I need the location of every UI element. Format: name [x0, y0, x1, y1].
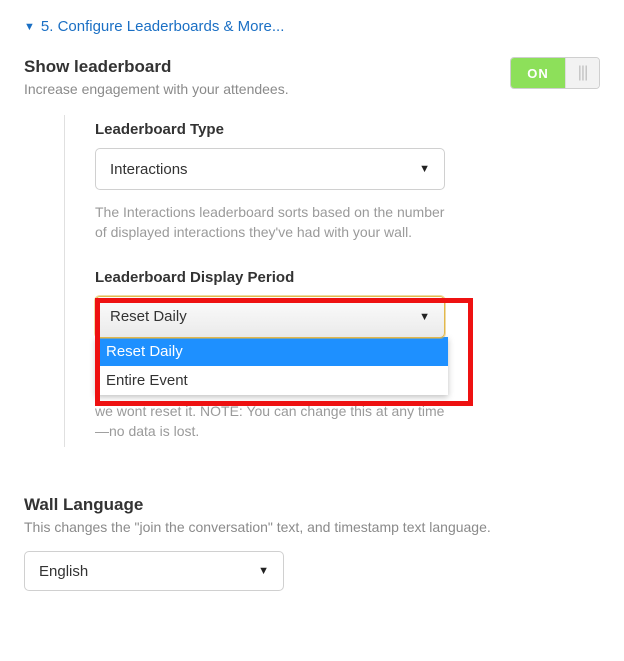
leaderboard-type-block: Leaderboard Type Interactions ▼ The Inte… [95, 121, 600, 243]
leaderboard-type-select[interactable]: Interactions ▼ [95, 148, 445, 190]
wall-language-selected: English [39, 563, 88, 580]
display-period-dropdown-wrap: Reset Daily ▼ Reset Daily Entire Event [95, 296, 600, 395]
leaderboard-settings-indent: Leaderboard Type Interactions ▼ The Inte… [64, 115, 600, 447]
leaderboard-type-selected: Interactions [110, 161, 188, 178]
section-title: 5. Configure Leaderboards & More... [41, 18, 284, 35]
display-period-block: Leaderboard Display Period Reset Daily ▼… [95, 269, 600, 442]
display-period-dropdown-list: Reset Daily Entire Event [96, 337, 448, 395]
wall-language-select[interactable]: English ▼ [24, 551, 284, 591]
settings-page: ▼ 5. Configure Leaderboards & More... Sh… [0, 0, 624, 661]
caret-down-icon: ▼ [258, 565, 269, 577]
leaderboard-toggle[interactable]: ON ||| [510, 57, 600, 89]
wall-language-title: Wall Language [24, 495, 600, 515]
display-period-selected: Reset Daily [110, 308, 187, 325]
toggle-on-label: ON [511, 58, 565, 88]
show-leaderboard-row: Show leaderboard Increase engagement wit… [24, 57, 600, 97]
caret-down-icon: ▼ [419, 311, 430, 323]
leaderboard-type-label: Leaderboard Type [95, 121, 600, 138]
section-header-configure-leaderboards[interactable]: ▼ 5. Configure Leaderboards & More... [24, 18, 600, 35]
caret-down-icon: ▼ [419, 163, 430, 175]
leaderboard-type-help: The Interactions leaderboard sorts based… [95, 202, 455, 243]
wall-language-subtitle: This changes the "join the conversation"… [24, 519, 600, 535]
display-period-help-trailing: we wont reset it. NOTE: You can change t… [95, 401, 455, 442]
wall-language-block: Wall Language This changes the "join the… [24, 495, 600, 591]
toggle-grip-icon: ||| [565, 58, 599, 88]
collapse-triangle-icon: ▼ [24, 21, 35, 33]
show-leaderboard-text: Show leaderboard Increase engagement wit… [24, 57, 289, 97]
display-period-label: Leaderboard Display Period [95, 269, 600, 286]
display-period-select[interactable]: Reset Daily ▼ [95, 296, 445, 338]
show-leaderboard-title: Show leaderboard [24, 57, 289, 77]
display-period-option-reset-daily[interactable]: Reset Daily [96, 337, 448, 366]
show-leaderboard-subtitle: Increase engagement with your attendees. [24, 81, 289, 97]
display-period-option-entire-event[interactable]: Entire Event [96, 366, 448, 395]
